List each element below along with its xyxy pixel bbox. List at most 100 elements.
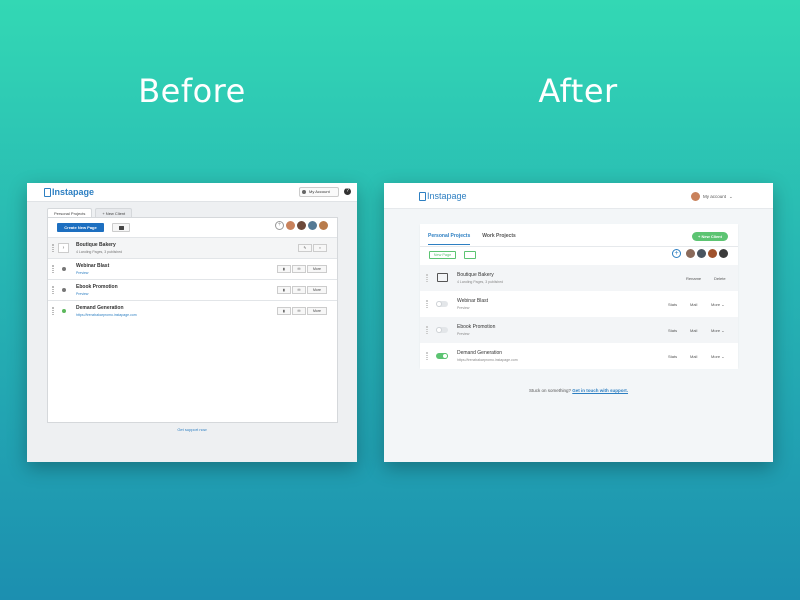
- avatar[interactable]: [719, 249, 728, 258]
- list-item[interactable]: Webinar Blast Preview Stats Mail More ⌄: [420, 291, 738, 317]
- avatar[interactable]: [686, 249, 695, 258]
- avatar: [691, 192, 700, 201]
- list-item[interactable]: Ebook Promotion Preview Stats Mail More …: [420, 317, 738, 343]
- mail-icon[interactable]: ✉: [292, 265, 306, 273]
- list-item[interactable]: Demand Generation https://trenzbakarprom…: [48, 300, 337, 321]
- drag-handle-icon[interactable]: [52, 286, 54, 294]
- more-label: More: [711, 328, 721, 333]
- preview-link[interactable]: Preview: [457, 332, 469, 336]
- more-dropdown[interactable]: More: [307, 307, 327, 315]
- page-url-link[interactable]: https://trenzbakarpromo.instapage.com: [457, 358, 518, 362]
- stats-icon[interactable]: ▮: [277, 307, 291, 315]
- published-dot-icon: [62, 309, 66, 313]
- avatar[interactable]: [297, 221, 306, 230]
- after-top-bar: Instapage My account ⌄: [384, 183, 773, 209]
- drag-handle-icon[interactable]: [52, 307, 54, 315]
- account-label: My account: [703, 194, 727, 199]
- create-new-page-button[interactable]: Create New Page: [57, 223, 104, 232]
- account-label: My Account: [309, 189, 330, 194]
- stats-button[interactable]: Stats: [668, 328, 677, 333]
- status-dot-icon: [62, 288, 66, 292]
- mail-button[interactable]: Mail: [690, 328, 697, 333]
- logo-icon: [44, 187, 51, 197]
- avatar[interactable]: [319, 221, 328, 230]
- list-item[interactable]: Ebook Promotion Preview ▮ ✉ More: [48, 279, 337, 300]
- folder-icon: [119, 226, 124, 230]
- mail-icon[interactable]: ✉: [292, 286, 306, 294]
- new-client-button[interactable]: + New Client: [692, 232, 728, 241]
- support-prefix: Stuck on something?: [528, 388, 571, 393]
- rename-button[interactable]: Rename: [686, 276, 701, 281]
- more-dropdown[interactable]: More: [307, 286, 327, 294]
- row-subtitle: 4 Landing Pages, 3 published: [457, 280, 504, 284]
- logo-icon: [419, 191, 426, 201]
- stats-icon[interactable]: ▮: [277, 265, 291, 273]
- avatar[interactable]: [697, 249, 706, 258]
- mail-icon[interactable]: ✉: [292, 307, 306, 315]
- tab-work-projects[interactable]: Work Projects: [482, 233, 516, 245]
- after-heading: After: [538, 72, 618, 110]
- row-title: Webinar Blast: [76, 263, 110, 269]
- drag-handle-icon[interactable]: [426, 352, 428, 360]
- list-item[interactable]: Boutique Bakery 4 Landing Pages, 3 publi…: [420, 265, 738, 291]
- tab-personal-projects[interactable]: Personal Projects: [428, 233, 471, 245]
- page-url-link[interactable]: https://trenzbakarpromo.instapage.com: [76, 313, 137, 317]
- new-folder-icon[interactable]: [464, 251, 476, 259]
- account-menu[interactable]: My account ⌄: [691, 192, 733, 201]
- drag-handle-icon[interactable]: [426, 300, 428, 308]
- more-dropdown[interactable]: More ⌄: [711, 354, 725, 359]
- edit-icon[interactable]: ✎: [298, 244, 312, 252]
- before-heading: Before: [138, 72, 246, 110]
- row-title: Ebook Promotion: [76, 284, 118, 290]
- more-dropdown[interactable]: More ⌄: [711, 328, 725, 333]
- new-folder-button[interactable]: [112, 223, 130, 232]
- drag-handle-icon[interactable]: [426, 274, 428, 282]
- add-collaborator-icon[interactable]: +: [275, 221, 284, 230]
- support-message: Stuck on something? Get in touch with su…: [384, 388, 773, 393]
- drag-handle-icon[interactable]: [52, 244, 54, 252]
- mail-button[interactable]: Mail: [690, 302, 697, 307]
- support-link[interactable]: Get in touch with support.: [572, 388, 628, 393]
- stats-icon[interactable]: ▮: [277, 286, 291, 294]
- list-item[interactable]: › Boutique Bakery 4 Landing Pages, 3 pub…: [48, 237, 337, 258]
- publish-toggle[interactable]: [436, 327, 448, 333]
- publish-toggle[interactable]: [436, 353, 448, 359]
- preview-link[interactable]: Preview: [76, 271, 88, 275]
- list-item[interactable]: Webinar Blast Preview ▮ ✉ More: [48, 258, 337, 279]
- row-title: Webinar Blast: [457, 298, 489, 304]
- help-icon[interactable]: ?: [344, 188, 351, 195]
- account-menu[interactable]: My Account: [299, 187, 339, 197]
- stats-button[interactable]: Stats: [668, 354, 677, 359]
- drag-handle-icon[interactable]: [52, 265, 54, 273]
- drag-handle-icon[interactable]: [426, 326, 428, 334]
- mail-button[interactable]: Mail: [690, 354, 697, 359]
- user-icon: [302, 190, 306, 194]
- row-subtitle: 4 Landing Pages, 3 published: [76, 250, 123, 254]
- collaborator-avatars: +: [672, 249, 728, 258]
- more-dropdown[interactable]: More: [307, 265, 327, 273]
- list-item[interactable]: Demand Generation https://trenzbakarprom…: [420, 343, 738, 369]
- trash-icon[interactable]: ▪: [313, 244, 327, 252]
- new-page-button[interactable]: New Page: [429, 251, 456, 259]
- add-collaborator-icon[interactable]: +: [672, 249, 681, 258]
- avatar[interactable]: [708, 249, 717, 258]
- preview-link[interactable]: Preview: [76, 292, 88, 296]
- publish-toggle[interactable]: [436, 301, 448, 307]
- avatar[interactable]: [308, 221, 317, 230]
- before-screenshot: Instapage My Account ? Personal Projects…: [27, 183, 357, 462]
- support-link[interactable]: Get support now: [27, 427, 357, 432]
- row-title: Demand Generation: [76, 305, 124, 311]
- collaborator-avatars: +: [275, 221, 328, 230]
- status-dot-icon: [62, 267, 66, 271]
- preview-link[interactable]: Preview: [457, 306, 469, 310]
- instapage-logo[interactable]: Instapage: [44, 187, 94, 197]
- expand-icon[interactable]: ›: [58, 243, 69, 253]
- row-title: Demand Generation: [457, 350, 503, 356]
- delete-button[interactable]: Delete: [714, 276, 726, 281]
- stats-button[interactable]: Stats: [668, 302, 677, 307]
- instapage-logo[interactable]: Instapage: [419, 191, 467, 201]
- after-tabs: Personal Projects Work Projects: [428, 233, 516, 245]
- more-dropdown[interactable]: More ⌄: [711, 302, 725, 307]
- avatar[interactable]: [286, 221, 295, 230]
- row-actions: ✎ ▪: [298, 244, 327, 252]
